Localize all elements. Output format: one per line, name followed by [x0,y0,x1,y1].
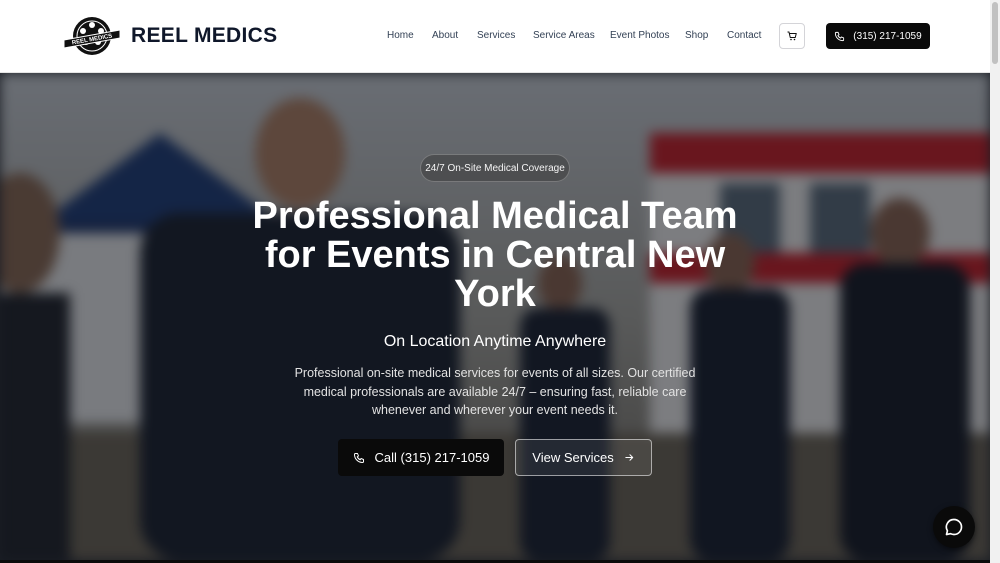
view-services-button[interactable]: View Services [515,439,652,476]
call-button[interactable]: Call (315) 217-1059 [338,439,504,476]
cart-icon [787,31,797,41]
nav-home[interactable]: Home [387,30,414,41]
nav-shop[interactable]: Shop [685,30,708,41]
nav-contact[interactable]: Contact [727,30,761,41]
site-header: REEL MEDICS REEL MEDICS Home About Servi… [0,0,990,73]
call-button-label: Call (315) 217-1059 [374,450,490,465]
view-services-label: View Services [532,450,614,465]
nav-services[interactable]: Services [477,30,515,41]
scrollbar-thumb[interactable] [992,2,998,64]
arrow-right-icon [625,454,633,461]
chat-button[interactable] [933,506,975,548]
hero-section: 24/7 On-Site Medical Coverage Profession… [0,73,990,560]
phone-icon [353,452,364,463]
nav-event-photos[interactable]: Event Photos [610,30,669,41]
nav-about[interactable]: About [432,30,458,41]
brand-logo[interactable]: REEL MEDICS [63,14,121,58]
phone-icon [835,31,845,41]
coverage-badge: 24/7 On-Site Medical Coverage [420,154,570,182]
header-phone-label: (315) 217-1059 [853,30,922,42]
cart-button[interactable] [779,23,805,49]
hero-overlay [0,73,990,560]
hero-description: Professional on-site medical services fo… [294,366,696,417]
brand-name[interactable]: REEL MEDICS [131,24,277,48]
header-phone-button[interactable]: (315) 217-1059 [826,23,930,49]
chat-bubble-icon [945,518,963,536]
hero-subtitle: On Location Anytime Anywhere [383,333,607,350]
film-reel-icon: REEL MEDICS [63,17,121,55]
page-scrollbar[interactable] [990,0,1000,563]
hero-title: Professional Medical Team for Events in … [252,195,738,315]
nav-service-areas[interactable]: Service Areas [533,30,595,41]
